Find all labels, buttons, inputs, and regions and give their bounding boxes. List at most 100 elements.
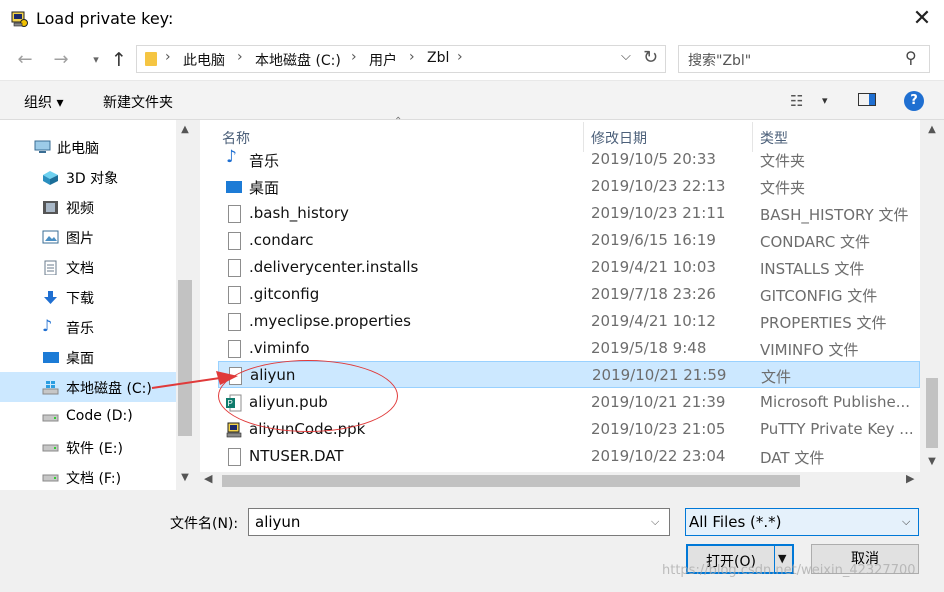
file-type: 文件 (761, 368, 792, 386)
file-name: .myeclipse.properties (249, 312, 411, 330)
video-icon (42, 200, 59, 214)
file-icon (228, 313, 241, 331)
organize-button[interactable]: 组织 ▾ (24, 92, 63, 112)
nav-item-drive-f[interactable]: 文档 (F:) (0, 462, 176, 492)
chevron-down-icon[interactable]: ▾ (822, 94, 828, 107)
file-date: 2019/6/15 16:19 (591, 231, 716, 249)
window-title: Load private key: (36, 9, 174, 28)
file-date: 2019/10/21 21:59 (592, 366, 727, 384)
desktop-folder-icon (226, 181, 242, 193)
scroll-left-icon[interactable]: ◀ (204, 472, 212, 485)
file-row[interactable]: 桌面 2019/10/23 22:13 文件夹 (218, 173, 920, 200)
scroll-up-icon[interactable]: ▲ (922, 124, 942, 135)
file-row[interactable]: NTUSER.DAT 2019/10/22 23:04 DAT 文件 (218, 443, 920, 470)
music-icon: ♪ (226, 147, 237, 167)
column-header-name[interactable]: 名称 (222, 128, 250, 148)
file-name: NTUSER.DAT (249, 447, 344, 465)
file-row[interactable]: .viminfo 2019/5/18 9:48 VIMINFO 文件 (218, 335, 920, 362)
breadcrumb-drive-c[interactable]: 本地磁盘 (C:) (255, 50, 341, 70)
3d-objects-icon (42, 170, 59, 185)
file-name: .gitconfig (249, 285, 320, 303)
preview-pane-icon[interactable] (858, 93, 876, 106)
desktop-icon (42, 350, 59, 364)
drive-icon (42, 470, 59, 484)
file-date: 2019/10/21 21:39 (591, 393, 726, 411)
scroll-down-icon[interactable]: ▼ (922, 456, 942, 467)
scroll-down-icon[interactable]: ▼ (176, 472, 194, 483)
column-header-type[interactable]: 类型 (760, 128, 788, 148)
file-date: 2019/10/5 20:33 (591, 150, 716, 168)
nav-item-label: 下载 (66, 291, 94, 307)
file-type: PROPERTIES 文件 (760, 314, 887, 332)
breadcrumb-zbl[interactable]: Zbl (427, 50, 449, 66)
nav-item-drive-e[interactable]: 软件 (E:) (0, 432, 176, 462)
file-row[interactable]: .bash_history 2019/10/23 21:11 BASH_HIST… (218, 200, 920, 227)
up-arrow-icon[interactable]: ↑ (106, 48, 132, 72)
help-icon[interactable]: ? (904, 91, 924, 111)
file-date: 2019/5/18 9:48 (591, 339, 707, 357)
chevron-right-icon[interactable]: › (237, 49, 243, 65)
nav-item-downloads[interactable]: 下载 (0, 282, 176, 312)
chevron-down-icon[interactable]: ⌵ (651, 515, 659, 529)
scroll-right-icon[interactable]: ▶ (906, 472, 914, 485)
close-button[interactable]: ✕ (904, 4, 940, 34)
vertical-scroll-thumb[interactable] (926, 378, 938, 448)
putty-key-app-icon (10, 9, 30, 29)
nav-item-3d-objects[interactable]: 3D 对象 (0, 162, 176, 192)
nav-item-label: 本地磁盘 (C:) (66, 381, 152, 397)
computer-icon (34, 140, 51, 154)
address-bar[interactable]: › 此电脑 › 本地磁盘 (C:) › 用户 › Zbl › ⌵ ↻ (136, 45, 666, 73)
filename-label: 文件名(N): (170, 516, 239, 532)
file-date: 2019/10/23 21:05 (591, 420, 726, 438)
file-row[interactable]: .condarc 2019/6/15 16:19 CONDARC 文件 (218, 227, 920, 254)
file-date: 2019/4/21 10:12 (591, 312, 716, 330)
new-folder-button[interactable]: 新建文件夹 (103, 92, 173, 112)
address-dropdown-icon[interactable]: ⌵ (621, 49, 631, 64)
chevron-right-icon[interactable]: › (165, 49, 171, 65)
file-type: PuTTY Private Key ... (760, 420, 914, 438)
nav-item-videos[interactable]: 视频 (0, 192, 176, 222)
file-name: .bash_history (249, 204, 349, 222)
chevron-right-icon[interactable]: › (351, 49, 357, 65)
refresh-icon[interactable]: ↻ (643, 47, 658, 68)
file-type: Microsoft Publishe... (760, 393, 911, 411)
search-input[interactable]: 搜索"Zbl" ⚲ (678, 45, 930, 73)
annotation-ellipse (218, 360, 398, 432)
column-header-date[interactable]: 修改日期 (591, 128, 647, 148)
forward-arrow-icon[interactable]: → (48, 48, 74, 72)
scroll-up-icon[interactable]: ▲ (176, 124, 194, 135)
filetype-select[interactable]: All Files (*.*) ⌵ (685, 508, 919, 536)
breadcrumb-this-pc[interactable]: 此电脑 (183, 50, 225, 70)
view-options-icon[interactable]: ☷ (790, 92, 803, 110)
nav-item-label: 此电脑 (57, 141, 99, 157)
nav-item-this-pc[interactable]: 此电脑 (0, 132, 176, 162)
nav-item-drive-d[interactable]: Code (D:) (0, 402, 176, 432)
filename-value: aliyun (255, 513, 301, 531)
horizontal-scroll-thumb[interactable] (222, 475, 800, 487)
nav-item-music[interactable]: ♪ 音乐 (0, 312, 176, 342)
nav-item-label: 图片 (66, 231, 94, 247)
nav-item-pictures[interactable]: 图片 (0, 222, 176, 252)
nav-item-documents[interactable]: 文档 (0, 252, 176, 282)
file-row[interactable]: .myeclipse.properties 2019/4/21 10:12 PR… (218, 308, 920, 335)
back-arrow-icon[interactable]: ← (12, 48, 38, 72)
chevron-right-icon[interactable]: › (409, 49, 415, 65)
filetype-value: All Files (*.*) (689, 513, 782, 531)
chevron-right-icon[interactable]: › (457, 49, 463, 65)
breadcrumb-users[interactable]: 用户 (369, 50, 397, 70)
file-type: 文件夹 (760, 179, 806, 197)
file-icon (228, 205, 241, 223)
chevron-down-icon[interactable]: ⌵ (902, 515, 910, 529)
file-row[interactable]: .deliverycenter.installs 2019/4/21 10:03… (218, 254, 920, 281)
filename-input[interactable]: aliyun ⌵ (248, 508, 670, 536)
nav-item-label: 桌面 (66, 351, 94, 367)
file-name: .deliverycenter.installs (249, 258, 419, 276)
file-name: 音乐 (249, 152, 280, 170)
nav-item-label: 3D 对象 (66, 171, 119, 187)
file-row[interactable]: .gitconfig 2019/7/18 23:26 GITCONFIG 文件 (218, 281, 920, 308)
file-row[interactable]: ♪ 音乐 2019/10/5 20:33 文件夹 (218, 146, 920, 173)
nav-scroll-thumb[interactable] (178, 280, 192, 436)
windows-drive-icon (42, 380, 59, 395)
file-icon (228, 232, 241, 250)
folder-icon (145, 52, 157, 66)
